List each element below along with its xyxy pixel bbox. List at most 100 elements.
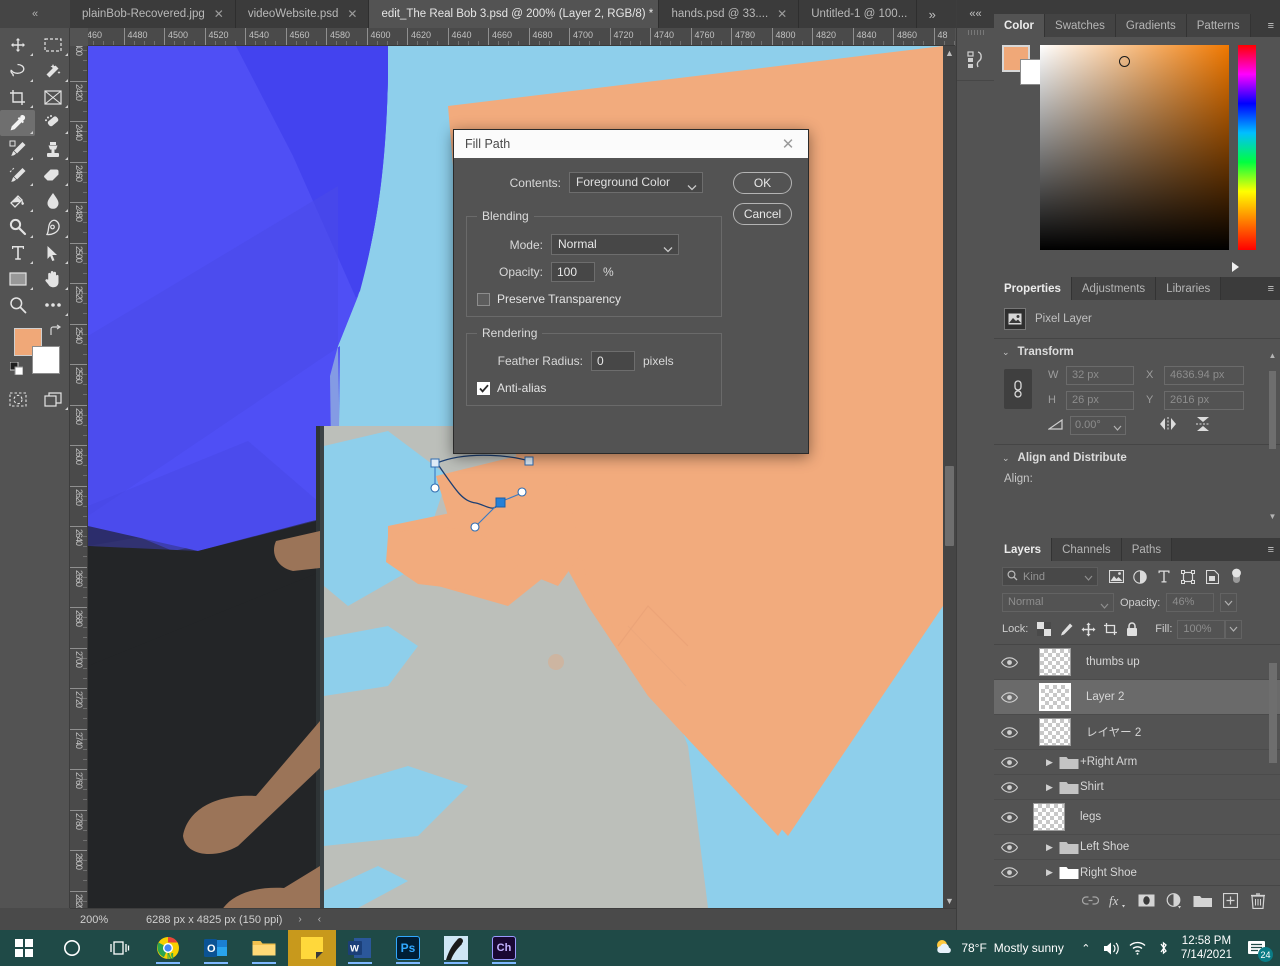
panel-menu-icon[interactable]: ≡ [1268,538,1274,561]
preserve-transparency-row[interactable]: Preserve Transparency [477,292,711,306]
close-icon[interactable]: ✕ [345,8,359,20]
fill-stepper[interactable] [1225,619,1243,639]
eye-icon[interactable] [994,781,1024,793]
hue-slider-marker[interactable] [1232,262,1239,272]
document-tab-3[interactable]: hands.psd @ 33.... ✕ [659,0,800,28]
layer-thumbnail[interactable] [1039,648,1071,676]
layer-row-shirt-group[interactable]: ▶ Shirt [994,775,1280,800]
layer-name[interactable]: +Right Arm [1076,756,1137,768]
bluetooth-icon[interactable] [1151,930,1177,966]
eye-icon[interactable] [994,867,1024,878]
fill-value[interactable]: 100% [1177,619,1226,639]
document-tab-0[interactable]: plainBob-Recovered.jpg ✕ [70,0,236,28]
saturation-brightness-field[interactable] [1040,45,1229,250]
tab-paths[interactable]: Paths [1121,538,1173,561]
blur-tool[interactable] [35,188,70,214]
filter-toggle-icon[interactable] [1224,566,1248,587]
tab-gradients[interactable]: Gradients [1115,14,1187,37]
tab-swatches[interactable]: Swatches [1045,14,1116,37]
new-adjustment-layer-icon[interactable] [1160,888,1188,914]
screen-mode-tool[interactable] [35,386,70,412]
scrollbar-thumb[interactable] [1269,371,1276,449]
document-tab-4[interactable]: Untitled-1 @ 100... [799,0,918,28]
eye-icon[interactable] [994,656,1024,668]
zoom-tool[interactable] [0,292,35,318]
zoom-level[interactable]: 200% [70,914,132,926]
chevron-up-icon[interactable]: ▲ [1268,351,1277,360]
spot-healing-brush-tool[interactable] [35,110,70,136]
layer-name[interactable]: thumbs up [1076,656,1140,668]
chevron-down-icon[interactable] [687,178,697,197]
add-layer-mask-icon[interactable] [1132,888,1160,914]
tab-color[interactable]: Color [994,14,1046,37]
contents-select[interactable]: Foreground Color [569,172,703,193]
character-animator-taskbar-icon[interactable]: Ch [480,930,528,966]
pen-tool[interactable] [35,214,70,240]
layer-thumbnail[interactable] [1033,803,1065,831]
properties-scrollbar[interactable]: ▲ ▼ [1267,351,1278,521]
width-input[interactable]: 32 px [1066,365,1134,385]
tab-channels[interactable]: Channels [1052,538,1122,561]
cortana-search-button[interactable] [48,930,96,966]
lock-transparent-pixels-icon[interactable] [1033,619,1055,639]
height-input[interactable]: 26 px [1066,390,1134,410]
dialog-title-bar[interactable]: Fill Path ✕ [454,130,808,158]
notifications-button[interactable]: 24 [1240,930,1274,966]
lasso-tool[interactable] [0,58,35,84]
close-icon[interactable]: ✕ [775,8,789,20]
rectangular-marquee-tool[interactable] [35,32,70,58]
chevron-right-icon[interactable]: ▶ [1046,867,1053,878]
filter-kind-select[interactable]: Kind [1002,567,1098,586]
eye-icon[interactable] [994,756,1024,768]
chevron-down-icon[interactable]: ⌄ [1002,347,1010,358]
lock-image-pixels-icon[interactable] [1055,619,1077,639]
layer-name[interactable]: Right Shoe [1076,867,1137,879]
chrome-taskbar-icon[interactable]: M [144,930,192,966]
tab-libraries[interactable]: Libraries [1156,277,1222,300]
gradient-tool[interactable] [0,188,35,214]
eye-icon[interactable] [994,841,1024,853]
chevron-down-icon[interactable] [1100,598,1109,615]
krita-taskbar-icon[interactable] [432,930,480,966]
layer-style-fx-icon[interactable]: fx [1104,888,1132,914]
magic-wand-tool[interactable] [35,58,70,84]
background-color-swatch[interactable] [32,346,60,374]
type-tool[interactable] [0,240,35,266]
filter-shape-layers-icon[interactable] [1176,566,1200,587]
panel-menu-icon[interactable]: ≡ [1268,14,1274,37]
opacity-stepper[interactable] [1220,593,1238,612]
chevron-down-icon[interactable] [663,240,673,259]
filter-smart-objects-icon[interactable] [1200,566,1224,587]
layer-row-layer-2[interactable]: Layer 2 [994,680,1280,715]
lock-all-icon[interactable] [1121,619,1143,639]
eyedropper-tool[interactable] [0,110,35,136]
ok-button[interactable]: OK [733,172,792,194]
cancel-button[interactable]: Cancel [733,203,792,225]
mode-select[interactable]: Normal [551,234,679,255]
show-hidden-icons-chevron[interactable]: ⌃ [1073,930,1099,966]
rectangle-tool[interactable] [0,266,35,292]
swap-colors-icon[interactable] [49,324,62,340]
weather-widget[interactable]: 78°F Mostly sunny [925,938,1073,959]
task-view-button[interactable] [96,930,144,966]
photoshop-taskbar-icon[interactable]: Ps [384,930,432,966]
history-actions-icon[interactable] [957,37,994,81]
scrollbar-thumb[interactable] [945,466,954,546]
color-picker-marker[interactable] [1119,56,1130,67]
start-button[interactable] [0,930,48,966]
tab-patterns[interactable]: Patterns [1186,14,1251,37]
layer-name[interactable]: Left Shoe [1076,841,1129,853]
opacity-value[interactable]: 46% [1166,593,1215,612]
quick-mask-tool[interactable] [0,386,35,412]
new-group-icon[interactable] [1188,888,1216,914]
layer-name[interactable]: Shirt [1076,781,1104,793]
preserve-transparency-checkbox[interactable] [477,292,490,306]
opacity-input[interactable]: 100 [551,262,595,282]
layer-row-japanese-layer-2[interactable]: レイヤー 2 [994,715,1280,750]
frame-tool[interactable] [35,84,70,110]
dodge-tool[interactable] [0,214,35,240]
more-tabs-icon[interactable]: » [917,0,947,28]
sticky-notes-taskbar-icon[interactable] [288,930,336,966]
close-icon[interactable]: ✕ [768,130,808,158]
eye-icon[interactable] [994,811,1024,823]
